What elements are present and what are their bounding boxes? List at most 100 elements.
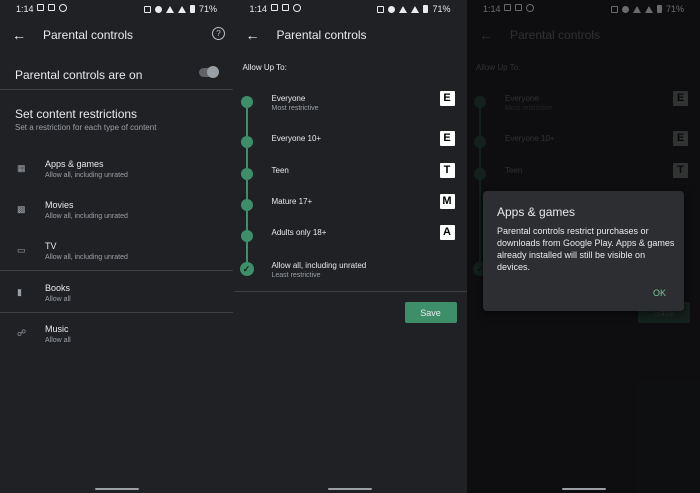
rating-name: Mature 17+: [271, 197, 313, 206]
headphones-icon: ☍: [17, 328, 27, 338]
alarm-icon: [377, 5, 385, 13]
screens-container: 1:14 71% ← Parental controls ? Parental …: [0, 0, 700, 493]
screen-parental-controls: 1:14 71% ← Parental controls ? Parental …: [0, 0, 233, 493]
help-icon[interactable]: ?: [212, 27, 225, 40]
home-indicator[interactable]: [328, 488, 372, 490]
back-arrow-icon[interactable]: ←: [246, 27, 260, 43]
checkmark-icon: ✓: [239, 262, 254, 276]
page-title: Parental controls: [43, 28, 134, 42]
battery-level: 71%: [198, 4, 217, 14]
rating-mature[interactable]: Mature 17+ M: [234, 194, 467, 224]
battery-level: 71%: [432, 4, 451, 14]
rating-name: Allow all, including unrated: [271, 261, 367, 270]
battery-icon: [189, 5, 195, 13]
rating-name: Teen: [271, 166, 289, 175]
parental-controls-status: Parental controls are on: [15, 68, 143, 82]
toggle-knob: [207, 66, 219, 78]
info-dialog: Apps & games Parental controls restrict …: [483, 191, 684, 311]
rating-name: Everyone: [271, 94, 306, 103]
category-name: TV: [45, 241, 57, 251]
message-icon: [281, 4, 289, 11]
esrb-everyone-icon: E: [439, 91, 455, 106]
wifi-icon: [165, 5, 174, 13]
category-name: Apps & games: [45, 159, 104, 169]
wifi-icon: [399, 5, 408, 13]
divider: [0, 270, 233, 271]
rating-node: [240, 96, 253, 108]
allow-up-to-label: Allow Up To:: [242, 63, 287, 72]
film-icon: ▩: [17, 204, 26, 214]
app-bar: ← Parental controls: [234, 24, 467, 48]
image-icon: [37, 4, 44, 11]
category-tv[interactable]: ▭ TV Allow all, including unrated: [0, 238, 233, 278]
rating-node: [240, 168, 253, 180]
screen-apps-games-rating: 1:14 71% ← Parental controls Allow Up To…: [233, 0, 467, 493]
category-sub: Allow all, including unrated: [45, 172, 128, 179]
app-bar: ← Parental controls ?: [0, 24, 233, 48]
image-icon: [270, 4, 278, 11]
dialog-body: Parental controls restrict purchases or …: [497, 226, 675, 272]
rating-name: Everyone 10+: [271, 134, 322, 143]
rating-everyone-10[interactable]: Everyone 10+ E: [234, 131, 467, 161]
save-button[interactable]: Save: [404, 302, 457, 323]
category-name: Movies: [45, 200, 74, 210]
book-icon: ▮: [17, 287, 22, 297]
section-subtitle: Set a restriction for each type of conte…: [15, 123, 157, 132]
status-bar: 1:14 71%: [0, 0, 233, 18]
signal-icon: [411, 5, 420, 13]
sync-icon: [59, 4, 67, 12]
category-sub: Allow all: [45, 337, 71, 344]
ok-button[interactable]: OK: [653, 288, 666, 298]
category-movies[interactable]: ▩ Movies Allow all, including unrated: [0, 197, 233, 237]
dnd-icon: [388, 5, 396, 13]
category-books[interactable]: ▮ Books Allow all: [0, 280, 233, 320]
esrb-everyone10-icon: E: [439, 131, 455, 146]
category-name: Books: [45, 283, 71, 293]
category-sub: Allow all, including unrated: [45, 213, 128, 220]
status-bar: 1:14 71%: [234, 0, 467, 18]
sync-icon: [292, 4, 301, 12]
dialog-title: Apps & games: [497, 205, 576, 219]
rating-node: [240, 230, 253, 242]
section-title: Set content restrictions: [15, 107, 138, 121]
divider: [0, 89, 233, 90]
rating-teen[interactable]: Teen T: [234, 163, 467, 193]
battery-icon: [423, 5, 429, 13]
category-music[interactable]: ☍ Music Allow all: [0, 321, 233, 361]
category-name: Music: [45, 324, 69, 334]
system-icons: 71%: [143, 4, 217, 14]
status-time: 1:14: [249, 4, 268, 14]
divider: [233, 291, 467, 292]
divider: [0, 312, 233, 313]
category-sub: Allow all, including unrated: [45, 254, 128, 261]
notification-icons: [270, 4, 301, 12]
rating-sub: Least restrictive: [271, 272, 321, 279]
page-title: Parental controls: [276, 28, 367, 42]
alarm-icon: [143, 5, 151, 13]
rating-everyone[interactable]: Everyone Most restrictive E: [234, 91, 467, 121]
system-icons: 71%: [377, 4, 451, 14]
home-indicator[interactable]: [561, 488, 606, 490]
category-sub: Allow all: [45, 296, 71, 303]
esrb-mature-icon: M: [439, 194, 455, 209]
home-indicator[interactable]: [94, 488, 139, 490]
tv-icon: ▭: [17, 245, 26, 255]
notification-icons: [37, 4, 67, 12]
esrb-teen-icon: T: [439, 163, 455, 178]
back-arrow-icon[interactable]: ←: [12, 27, 26, 43]
signal-icon: [177, 5, 186, 13]
rating-node: [240, 136, 253, 148]
message-icon: [48, 4, 55, 11]
rating-sub: Most restrictive: [271, 105, 319, 112]
status-time: 1:14: [16, 4, 34, 14]
android-icon: ▦: [17, 163, 26, 173]
rating-node: [240, 199, 253, 211]
category-apps-games[interactable]: ▦ Apps & games Allow all, including unra…: [0, 156, 233, 196]
esrb-adults-icon: A: [439, 225, 455, 240]
rating-name: Adults only 18+: [271, 228, 327, 237]
dnd-icon: [154, 5, 162, 13]
parental-controls-toggle[interactable]: [199, 66, 219, 78]
rating-adults-only[interactable]: Adults only 18+ A: [234, 225, 467, 255]
rating-allow-all[interactable]: ✓ Allow all, including unrated Least res…: [234, 258, 467, 288]
screen-apps-games-dialog: 1:14 71% ← Parental controls Allow Up To…: [467, 0, 700, 493]
